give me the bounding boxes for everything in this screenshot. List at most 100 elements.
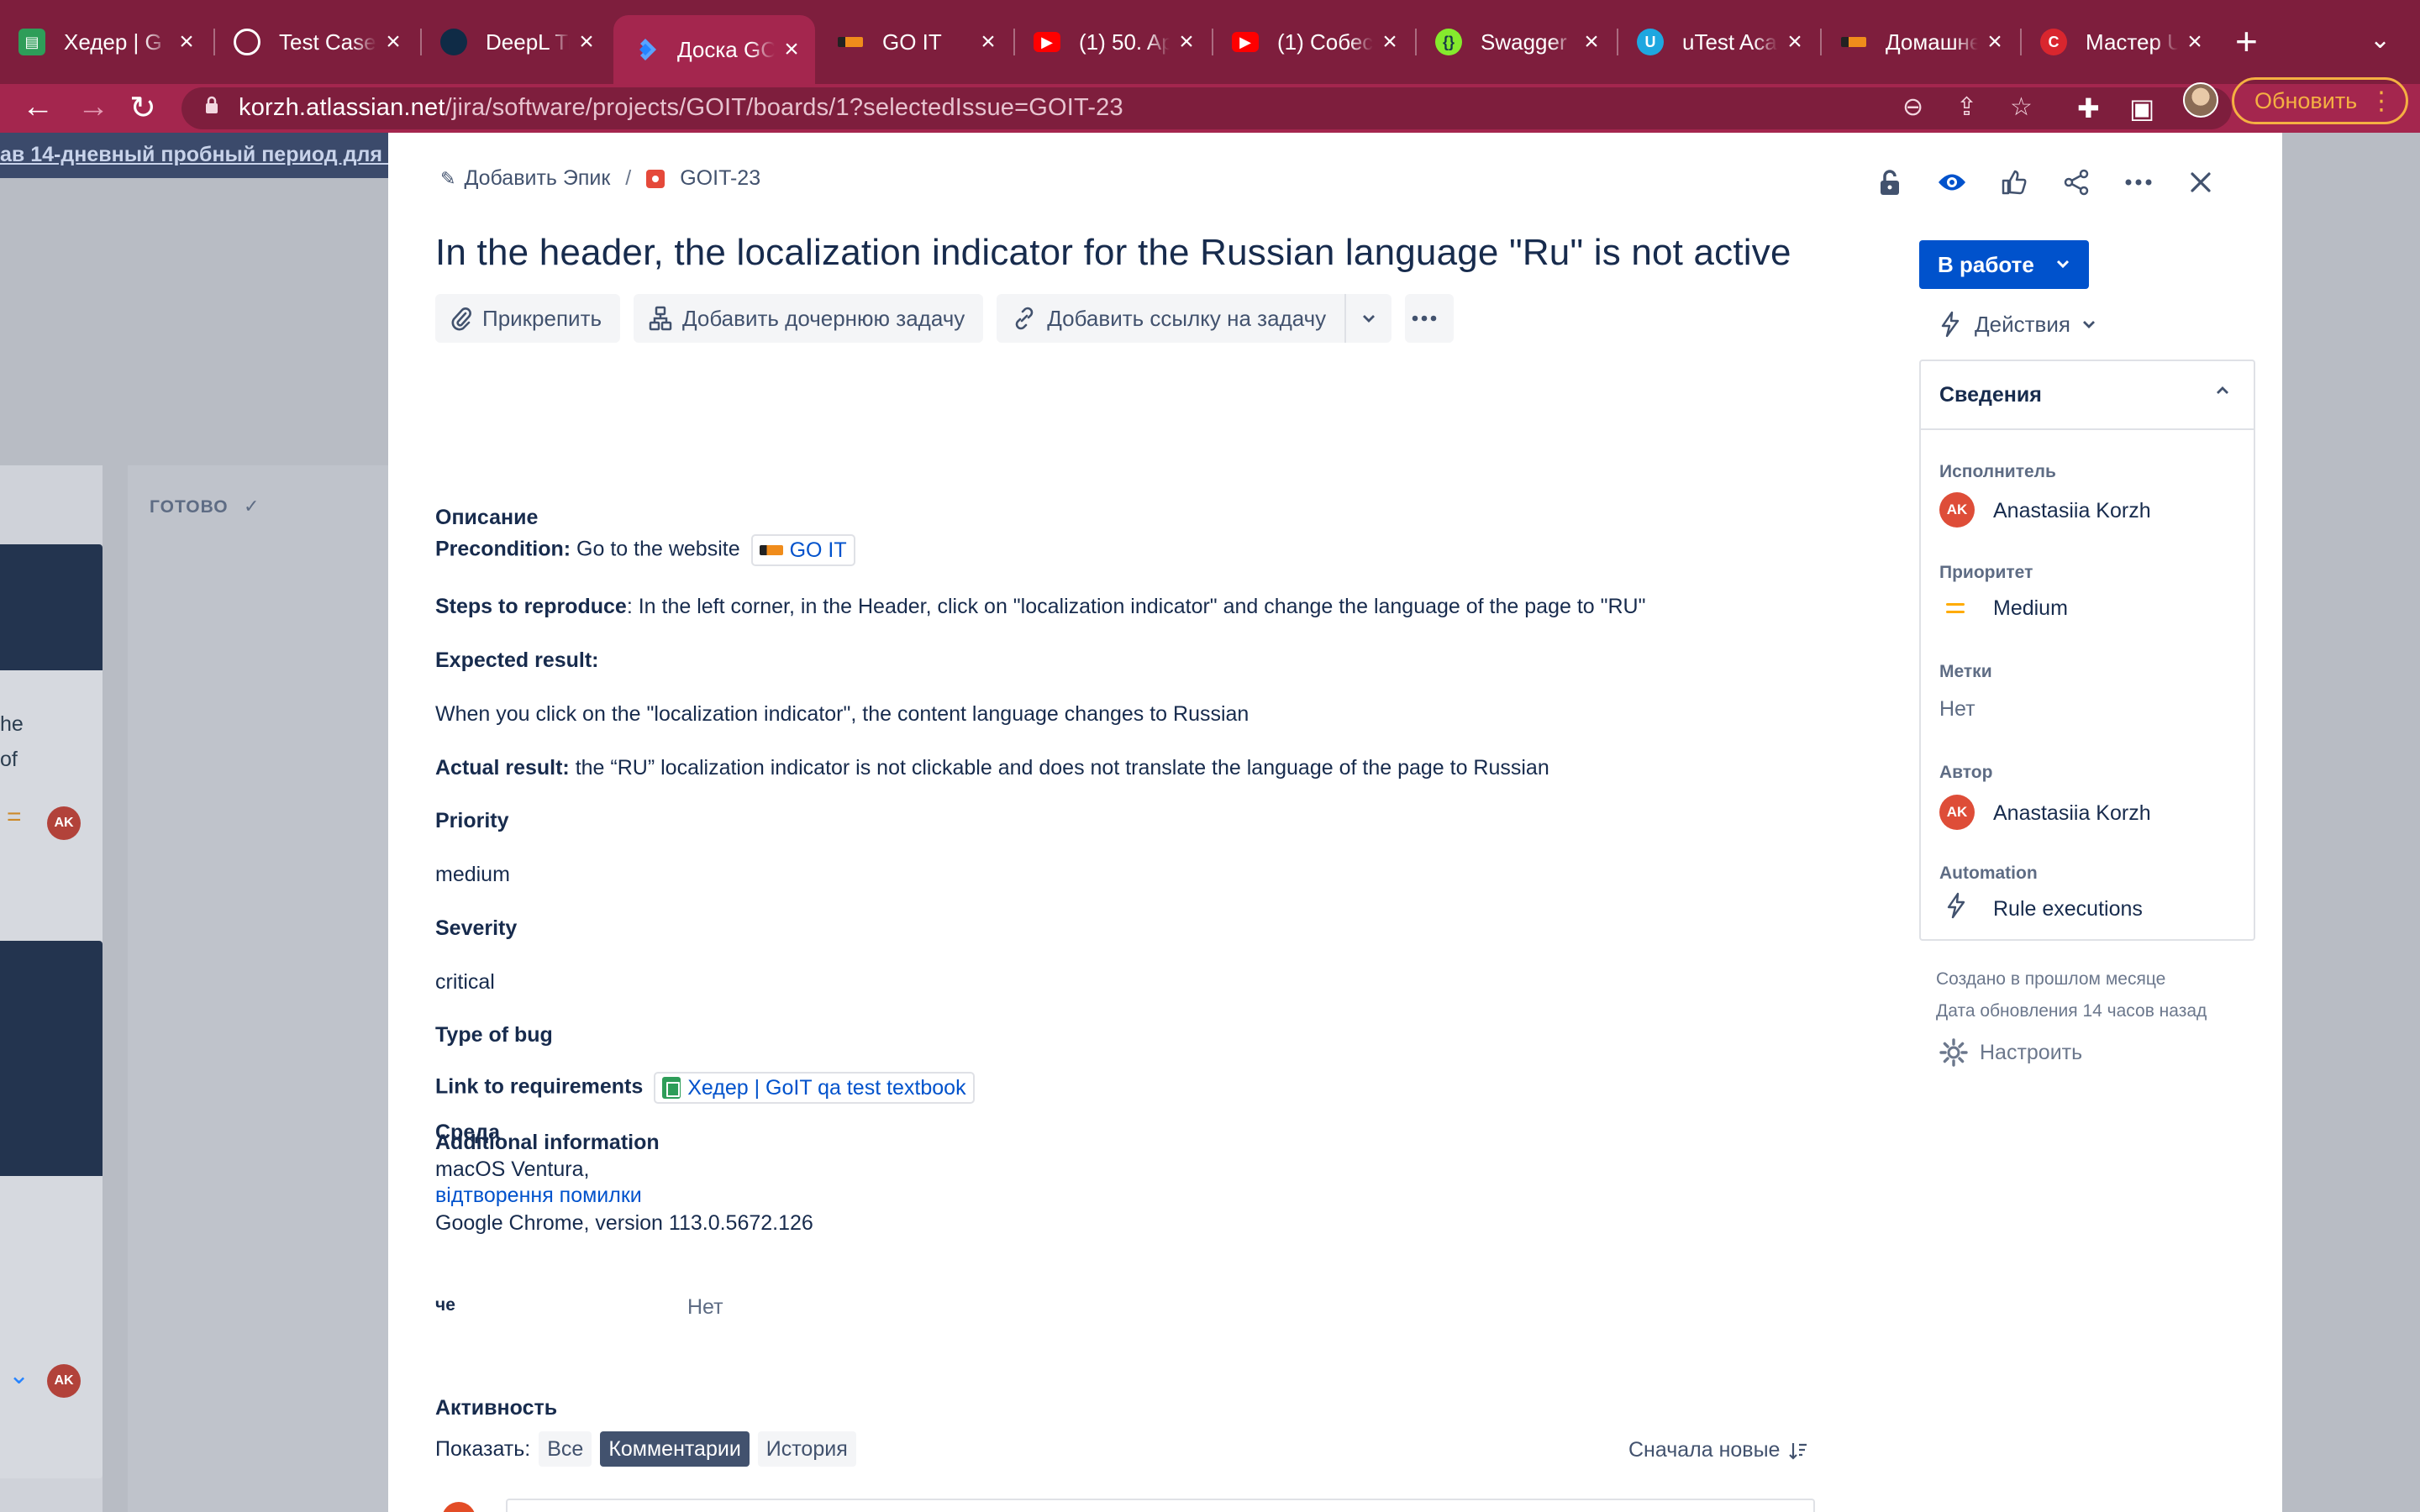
close-icon[interactable]: × [570, 28, 603, 56]
close-icon[interactable] [2170, 161, 2232, 203]
reporter-label: Автор [1939, 763, 1993, 782]
bookmark-star-icon[interactable]: ☆ [2010, 92, 2033, 122]
side-panel-icon[interactable]: ▣ [2129, 92, 2154, 124]
goit-smart-link[interactable]: GO IT [750, 534, 855, 566]
environment-line-os[interactable]: macOS Ventura, [435, 1158, 589, 1182]
deepl-icon [440, 29, 467, 55]
update-browser-button[interactable]: Обновить ⋮ [2232, 77, 2408, 124]
tab-utest[interactable]: U uTest Aca × [1618, 15, 1818, 69]
tab-jira-board[interactable]: Доска GC × [613, 15, 815, 84]
more-horizontal-icon[interactable] [2107, 161, 2170, 203]
tab-youtube-2[interactable]: ▶ (1) Собес × [1213, 15, 1413, 69]
requirements-smart-link[interactable]: Хедер | GoIT qa test textbook [654, 1072, 975, 1104]
reporter-value[interactable]: Anastasiia Korzh [1993, 801, 2151, 826]
chevron-down-icon [2082, 321, 2095, 328]
board-right-area [2282, 133, 2420, 1512]
close-icon[interactable]: × [170, 28, 203, 56]
more-vertical-icon: ⋮ [2369, 87, 2394, 115]
thumbs-up-icon[interactable] [1983, 161, 2045, 203]
issue-title[interactable]: In the header, the localization indicato… [435, 232, 1791, 274]
custom-field-value[interactable]: Нет [687, 1295, 723, 1320]
sort-icon [1789, 1442, 1807, 1460]
avatar: AK [47, 806, 81, 840]
filter-all-button[interactable]: Все [539, 1431, 592, 1467]
address-bar[interactable]: korzh.atlassian.net/jira/software/projec… [182, 87, 2232, 129]
sort-newest-first-button[interactable]: Сначала новые [1628, 1438, 1808, 1462]
youtube-icon: ▶ [1034, 32, 1060, 52]
environment-heading: Среда [435, 1121, 501, 1144]
pencil-icon: ✎ [440, 167, 456, 189]
add-issue-link-button[interactable]: Добавить ссылку на задачу [997, 294, 1345, 343]
activity-heading: Активность [435, 1396, 558, 1420]
extensions-puzzle-icon[interactable]: ✚ [2077, 92, 2100, 124]
add-epic-link[interactable]: Добавить Эпик [464, 166, 610, 191]
reproduction-video-link[interactable]: відтворення помилки [435, 1182, 642, 1210]
globe-icon [234, 29, 260, 55]
tab-swagger[interactable]: {} Swagger × [1417, 15, 1615, 69]
unlock-icon[interactable] [1859, 161, 1921, 203]
swagger-icon: {} [1435, 29, 1462, 55]
more-horizontal-icon[interactable] [1405, 294, 1455, 343]
share-icon[interactable] [2045, 161, 2107, 203]
back-arrow-icon[interactable]: ← [22, 89, 54, 125]
browser-tab-bar: ▤ Хедер | G × Test Case × DeepL Tra × До… [0, 0, 2420, 84]
attach-button[interactable]: Прикрепить [435, 294, 621, 343]
assignee-avatar: AK [1939, 492, 1975, 528]
assignee-value[interactable]: Anastasiia Korzh [1993, 499, 2151, 523]
filter-comments-button[interactable]: Комментарии [600, 1431, 750, 1467]
zoom-icon[interactable]: ⊖ [1902, 92, 1923, 122]
gear-icon [1939, 1038, 1968, 1067]
issue-toolbar: Прикрепить Добавить дочернюю задачу Доба… [435, 294, 1455, 343]
breadcrumb: ✎ Добавить Эпик / GOIT-23 [440, 166, 761, 191]
priority-medium-icon: = [7, 803, 22, 831]
close-icon[interactable]: × [775, 35, 808, 64]
bug-icon [646, 169, 666, 188]
configure-button[interactable]: Настроить [1939, 1038, 2082, 1067]
labels-value[interactable]: Нет [1939, 697, 1975, 722]
actual-paragraph: Actual result: the “RU” localization ind… [435, 756, 1549, 780]
tab-sheets[interactable]: ▤ Хедер | G × [0, 15, 210, 69]
close-icon[interactable]: × [1778, 28, 1812, 56]
status-dropdown-button[interactable]: В работе [1919, 240, 2089, 289]
precondition-paragraph: Precondition: Go to the website GO IT [435, 534, 855, 566]
close-icon[interactable]: × [971, 28, 1005, 56]
tab-test-case[interactable]: Test Case × [215, 15, 417, 69]
chevron-down-icon[interactable]: ⌄ [2370, 25, 2391, 55]
add-child-issue-button[interactable]: Добавить дочернюю задачу [634, 294, 984, 343]
forward-arrow-icon[interactable]: → [77, 89, 109, 125]
tab-goit-homework[interactable]: Домашне × [1822, 15, 2018, 69]
tab-master[interactable]: C Мастер U × [2022, 15, 2218, 69]
chevron-up-icon [2217, 386, 2228, 394]
goit-icon [837, 29, 864, 55]
bug-type-heading: Type of bug [435, 1023, 553, 1047]
share-icon[interactable]: ⇪ [1956, 92, 1977, 122]
actions-dropdown[interactable]: Действия [1939, 311, 2109, 338]
details-header[interactable]: Сведения [1921, 361, 2254, 430]
chevron-down-icon[interactable] [1344, 294, 1392, 343]
add-comment-input[interactable] [506, 1499, 1815, 1512]
board-card[interactable]: he of = AK [0, 544, 103, 990]
tab-youtube-1[interactable]: ▶ (1) 50. Ap × [1015, 15, 1210, 69]
eye-icon[interactable] [1921, 161, 1983, 203]
avatar [442, 1502, 476, 1512]
reload-icon[interactable]: ↻ [129, 89, 156, 127]
severity-paragraph: critical [435, 970, 495, 994]
board-card[interactable]: ⌄ AK [0, 941, 103, 1478]
close-icon[interactable]: × [2178, 28, 2212, 56]
profile-avatar[interactable] [2183, 82, 2218, 118]
rule-executions-link[interactable]: Rule executions [1993, 897, 2143, 921]
reporter-avatar: AK [1939, 795, 1975, 830]
close-icon[interactable]: × [1978, 28, 2012, 56]
check-icon: ✓ [244, 496, 260, 517]
close-icon[interactable]: × [1170, 28, 1203, 56]
filter-history-button[interactable]: История [757, 1431, 856, 1467]
priority-value[interactable]: Medium [1993, 596, 2068, 621]
new-tab-button[interactable]: + [2235, 18, 2258, 64]
close-icon[interactable]: × [376, 28, 410, 56]
environment-line-browser[interactable]: Google Chrome, version 113.0.5672.126 [435, 1211, 813, 1236]
issue-key-link[interactable]: GOIT-23 [680, 166, 760, 191]
close-icon[interactable]: × [1373, 28, 1407, 56]
tab-goit[interactable]: GO IT × [818, 15, 1012, 69]
close-icon[interactable]: × [1575, 28, 1608, 56]
tab-deepl[interactable]: DeepL Tra × [422, 15, 610, 69]
